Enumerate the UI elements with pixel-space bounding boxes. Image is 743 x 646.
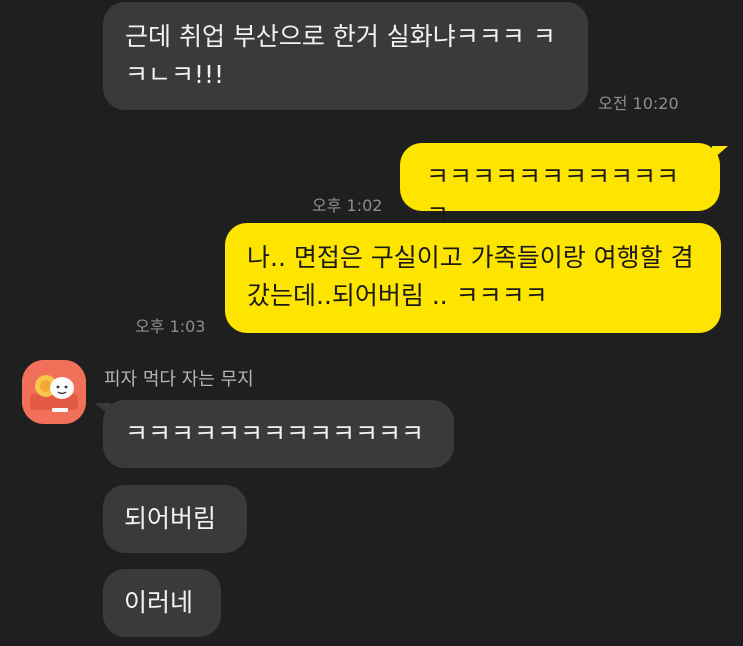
chat-view: 근데 취업 부산으로 한거 실화냐ㅋㅋㅋ ㅋㅋㄴㅋ!!! 오전 10:20 ㅋㅋ… (0, 0, 743, 646)
sender-name: 피자 먹다 자는 무지 (104, 369, 254, 390)
outgoing-message-bubble[interactable]: 나.. 면접은 구실이고 가족들이랑 여행할 겸 갔는데..되어버림 .. ㅋㅋ… (225, 223, 721, 333)
muzi-pizza-avatar-icon[interactable] (22, 360, 86, 424)
message-text: 되어버림 (124, 504, 217, 533)
message-text: ㅋㅋㅋㅋㅋㅋㅋㅋㅋㅋㅋㅋㅋ (125, 419, 425, 448)
message-timestamp: 오후 1:03 (135, 317, 206, 336)
message-text: 나.. 면접은 구실이고 가족들이랑 여행할 겸 갔는데..되어버림 .. ㅋㅋ… (247, 243, 694, 310)
incoming-message-bubble[interactable]: 이러네 (103, 569, 221, 637)
message-timestamp: 오전 10:20 (598, 94, 679, 113)
incoming-bubble-tail (95, 403, 111, 417)
outgoing-message-bubble[interactable]: ㅋㅋㅋㅋㅋㅋㅋㅋㅋㅋㅋㅋ (400, 143, 720, 229)
outgoing-bubble-tail (712, 146, 728, 160)
message-text: ㅋㅋㅋㅋㅋㅋㅋㅋㅋㅋㅋㅋ (426, 162, 680, 229)
incoming-message-bubble[interactable]: 되어버림 (103, 485, 247, 553)
incoming-message-bubble[interactable]: ㅋㅋㅋㅋㅋㅋㅋㅋㅋㅋㅋㅋㅋ (103, 400, 454, 468)
message-text: 근데 취업 부산으로 한거 실화냐ㅋㅋㅋ ㅋㅋㄴㅋ!!! (125, 22, 556, 89)
message-text: 이러네 (124, 588, 194, 617)
message-timestamp: 오후 1:02 (312, 196, 383, 215)
incoming-message-bubble[interactable]: 근데 취업 부산으로 한거 실화냐ㅋㅋㅋ ㅋㅋㄴㅋ!!! (103, 2, 588, 110)
